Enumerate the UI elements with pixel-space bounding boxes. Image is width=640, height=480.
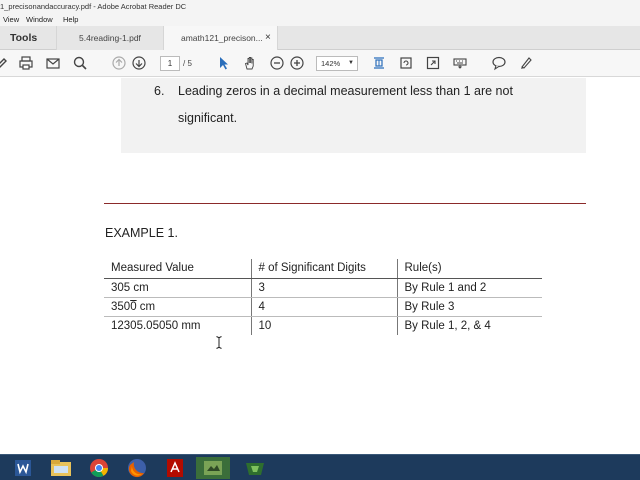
tools-button[interactable]: Tools <box>0 26 54 50</box>
fit-page-icon[interactable] <box>371 55 387 71</box>
digits-cell: 3 <box>251 278 398 298</box>
tab-bar: Tools 5.4reading-1.pdf amath121_precison… <box>0 26 640 51</box>
toolbar: 1 / 5 142% ▼ <box>0 50 640 77</box>
table-row: 305 cm 3 By Rule 1 and 2 <box>104 278 542 298</box>
window-title: 1_precisonandaccuracy.pdf - Adobe Acroba… <box>0 2 187 11</box>
column-header: Measured Value <box>104 259 252 279</box>
chevron-down-icon: ▼ <box>348 60 354 66</box>
menu-bar: View Window Help <box>0 14 640 26</box>
zoom-in-icon[interactable] <box>289 55 305 71</box>
highlight-pen-icon[interactable] <box>518 55 534 71</box>
tab-label: amath121_precison... <box>181 33 263 43</box>
tab-label: 5.4reading-1.pdf <box>79 33 141 43</box>
menu-view[interactable]: View <box>3 14 19 26</box>
hand-tool-icon[interactable] <box>0 55 10 71</box>
media-icon[interactable] <box>196 457 230 479</box>
column-header: Rule(s) <box>397 259 542 279</box>
table-header-row: Measured Value # of Significant Digits R… <box>104 259 542 279</box>
menu-help[interactable]: Help <box>63 14 78 26</box>
menu-window[interactable]: Window <box>26 14 53 26</box>
word-icon[interactable] <box>6 457 40 479</box>
pan-hand-icon[interactable] <box>242 55 258 71</box>
table-row: 3500 cm 4 By Rule 3 <box>104 297 542 317</box>
firefox-icon[interactable] <box>120 457 154 479</box>
email-icon[interactable] <box>45 55 61 71</box>
search-icon[interactable] <box>72 55 88 71</box>
document-view[interactable]: 6. Leading zeros in a decimal measuremen… <box>0 78 640 454</box>
tab-reading-pdf[interactable]: 5.4reading-1.pdf <box>56 26 164 50</box>
tab-close-icon[interactable]: × <box>265 26 271 50</box>
acrobat-icon[interactable] <box>158 457 192 479</box>
page-up-icon[interactable] <box>111 55 127 71</box>
keyboard-icon[interactable] <box>452 55 468 71</box>
rule-text-line: Leading zeros in a decimal measurement l… <box>178 84 513 98</box>
example-heading: EXAMPLE 1. <box>105 226 178 240</box>
page-total: / 5 <box>183 59 192 68</box>
full-screen-icon[interactable] <box>425 55 441 71</box>
print-icon[interactable] <box>18 55 34 71</box>
page-down-icon[interactable] <box>131 55 147 71</box>
chrome-icon[interactable] <box>82 457 116 479</box>
table-row: 12305.05050 mm 10 By Rule 1, 2, & 4 <box>104 316 542 335</box>
rules-cell: By Rule 1, 2, & 4 <box>404 319 491 332</box>
measured-value-cell: 305 cm <box>104 278 252 298</box>
comment-icon[interactable] <box>491 55 507 71</box>
rule-number: 6. <box>154 84 165 98</box>
tab-amath-pdf[interactable]: amath121_precison... <box>164 26 278 51</box>
digits-cell: 10 <box>251 316 398 335</box>
select-pointer-icon[interactable] <box>216 55 232 71</box>
zoom-out-icon[interactable] <box>269 55 285 71</box>
zoom-value: 142% <box>321 59 341 68</box>
value-digits: 350 <box>111 300 131 313</box>
file-explorer-icon[interactable] <box>44 457 78 479</box>
zoom-select[interactable]: 142% ▼ <box>316 56 358 71</box>
value-unit: cm <box>136 300 156 313</box>
rules-cell: By Rule 1 and 2 <box>397 278 542 298</box>
measured-value-cell: 12305.05050 mm <box>104 316 252 335</box>
digits-cell: 4 <box>251 297 398 317</box>
section-divider <box>104 203 586 204</box>
rule-text-line: significant. <box>178 111 238 125</box>
text-cursor-icon <box>216 336 222 349</box>
window-title-bar: 1_precisonandaccuracy.pdf - Adobe Acroba… <box>0 0 640 14</box>
camtasia-icon[interactable] <box>238 457 272 479</box>
rotate-icon[interactable] <box>398 55 414 71</box>
column-header: # of Significant Digits <box>251 259 398 279</box>
rules-cell: By Rule 3 <box>397 297 542 317</box>
page-number-input[interactable]: 1 <box>160 56 180 71</box>
taskbar <box>0 454 640 480</box>
measured-value-cell: 3500 cm <box>104 297 252 317</box>
significant-digits-table: Measured Value # of Significant Digits R… <box>104 259 542 335</box>
